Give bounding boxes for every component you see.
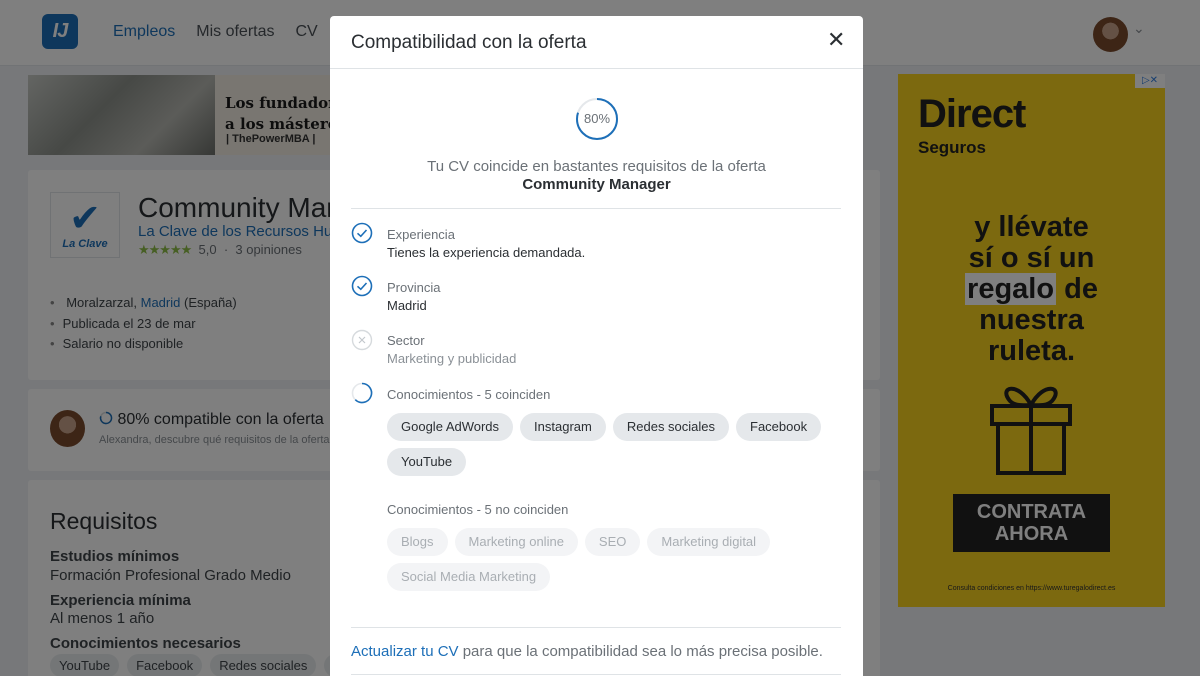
criterion-experience-label: Experiencia — [387, 227, 455, 242]
compatibility-percent: 80% — [583, 111, 611, 126]
divider — [351, 208, 841, 209]
modal-header: Compatibilidad con la oferta ✕ — [330, 16, 863, 69]
skill-tag-nomatch: Blogs — [387, 528, 448, 556]
criterion-province-label: Provincia — [387, 280, 441, 295]
skill-tag-match: Redes sociales — [612, 413, 730, 441]
cross-circle-icon — [351, 329, 373, 351]
divider — [351, 674, 841, 675]
update-cv-note: Actualizar tu CV para que la compatibili… — [351, 643, 823, 660]
update-cv-link[interactable]: Actualizar tu CV — [351, 643, 459, 660]
divider — [351, 627, 841, 628]
partial-progress-icon — [351, 382, 373, 404]
skill-tag-nomatch: Marketing digital — [647, 528, 771, 556]
knowledge-match-tags: Google AdWords Instagram Redes sociales … — [387, 413, 847, 476]
skill-tag-nomatch: Social Media Marketing — [387, 563, 551, 591]
skill-tag-match: Google AdWords — [387, 413, 514, 441]
skill-tag-nomatch: Marketing online — [454, 528, 578, 556]
skill-tag-match: YouTube — [387, 448, 467, 476]
knowledge-nomatch-label: Conocimientos - 5 no coinciden — [387, 502, 569, 517]
modal-title: Compatibilidad con la oferta — [351, 32, 587, 53]
criterion-sector-value: Marketing y publicidad — [387, 351, 517, 366]
skill-tag-match: Instagram — [520, 413, 606, 441]
criterion-sector-label: Sector — [387, 333, 425, 348]
skill-tag-match: Facebook — [736, 413, 822, 441]
summary-job-title: Community Manager — [522, 176, 671, 193]
compatibility-modal: Compatibilidad con la oferta ✕ 80% Tu CV… — [330, 16, 863, 676]
knowledge-match-label: Conocimientos - 5 coinciden — [387, 387, 551, 402]
check-circle-icon — [351, 275, 373, 297]
close-icon[interactable]: ✕ — [827, 28, 845, 52]
skill-tag-nomatch: SEO — [584, 528, 641, 556]
knowledge-nomatch-tags: Blogs Marketing online SEO Marketing dig… — [387, 528, 847, 591]
check-circle-icon — [351, 222, 373, 244]
criterion-experience-value: Tienes la experiencia demandada. — [387, 245, 586, 260]
criterion-province-value: Madrid — [387, 298, 427, 313]
compatibility-summary: Tu CV coincide en bastantes requisitos d… — [330, 158, 863, 194]
